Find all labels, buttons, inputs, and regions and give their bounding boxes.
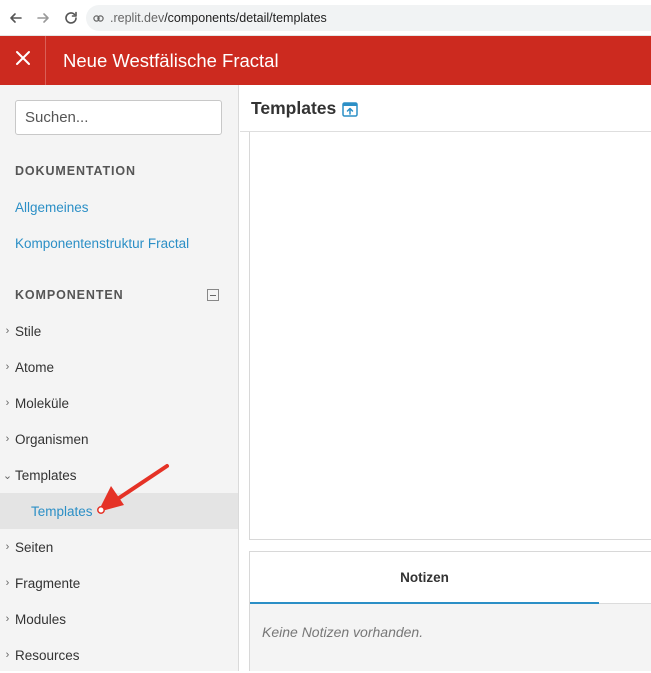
tree-item-fragmente[interactable]: › Fragmente: [0, 565, 238, 601]
components-heading: KOMPONENTEN: [15, 288, 124, 302]
tab-notizen[interactable]: Notizen: [250, 552, 599, 604]
collapse-all-icon[interactable]: [207, 289, 219, 301]
tree-item-organismen[interactable]: › Organismen: [0, 421, 238, 457]
chevron-right-icon: ›: [5, 649, 10, 661]
browser-toolbar: .replit.dev/components/detail/templates: [0, 0, 651, 36]
forward-icon[interactable]: [33, 8, 53, 28]
tree-item-templates[interactable]: ⌄ Templates: [0, 457, 238, 493]
tree-item-label: Seiten: [15, 539, 54, 555]
tree-item-label: Resources: [15, 647, 80, 663]
tree-item-stile[interactable]: › Stile: [0, 313, 238, 349]
tree-item-label: Templates: [31, 503, 93, 519]
sidebar: DOKUMENTATION Allgemeines Komponentenstr…: [0, 85, 239, 671]
chevron-right-icon: ›: [5, 541, 10, 553]
chevron-right-icon: ›: [5, 325, 10, 337]
app-header: Neue Westfälische Fractal: [0, 36, 651, 85]
tree-item-templates-child[interactable]: Templates: [0, 493, 238, 529]
tree-item-modules[interactable]: › Modules: [0, 601, 238, 637]
tree-item-label: Atome: [15, 359, 55, 375]
tree-item-atome[interactable]: › Atome: [0, 349, 238, 385]
reload-icon[interactable]: [61, 8, 81, 28]
tree-item-label: Templates: [15, 467, 77, 483]
search-input[interactable]: [15, 100, 222, 135]
notes-tabs: Notizen: [250, 552, 651, 604]
chevron-right-icon: ›: [5, 433, 10, 445]
close-icon: [15, 50, 31, 71]
app-title: Neue Westfälische Fractal: [63, 49, 279, 71]
open-in-new-window-icon[interactable]: [342, 101, 359, 117]
tree-item-seiten[interactable]: › Seiten: [0, 529, 238, 565]
doc-heading: DOKUMENTATION: [15, 164, 136, 178]
chevron-right-icon: ›: [5, 397, 10, 409]
close-button[interactable]: [0, 36, 46, 85]
page-title-row: Templates: [251, 98, 359, 119]
address-bar[interactable]: .replit.dev/components/detail/templates: [86, 5, 651, 31]
tree-item-molekuele[interactable]: › Moleküle: [0, 385, 238, 421]
tree-item-label: Stile: [15, 323, 42, 339]
url-host: .replit.dev: [110, 11, 165, 25]
doc-link-allgemeines[interactable]: Allgemeines: [15, 200, 89, 215]
main-content: Templates Notizen Keine Notizen vorhande…: [240, 85, 651, 671]
tree-item-label: Fragmente: [15, 575, 81, 591]
tree-item-label: Moleküle: [15, 395, 70, 411]
doc-link-komponentenstruktur[interactable]: Komponentenstruktur Fractal: [15, 236, 189, 251]
page-title: Templates: [251, 98, 337, 118]
notes-panel: Notizen Keine Notizen vorhanden.: [249, 551, 651, 671]
chevron-down-icon: ⌄: [2, 469, 13, 482]
back-icon[interactable]: [6, 8, 26, 28]
component-preview[interactable]: [249, 132, 651, 540]
tree-item-label: Modules: [15, 611, 67, 627]
url-path: /components/detail/templates: [164, 11, 327, 25]
chevron-right-icon: ›: [5, 577, 10, 589]
chevron-right-icon: ›: [5, 613, 10, 625]
chevron-right-icon: ›: [5, 361, 10, 373]
notes-empty-message: Keine Notizen vorhanden.: [262, 624, 424, 640]
tree-item-label: Organismen: [15, 431, 89, 447]
tree-item-resources[interactable]: › Resources: [0, 637, 238, 673]
lock-icon: [92, 11, 106, 25]
